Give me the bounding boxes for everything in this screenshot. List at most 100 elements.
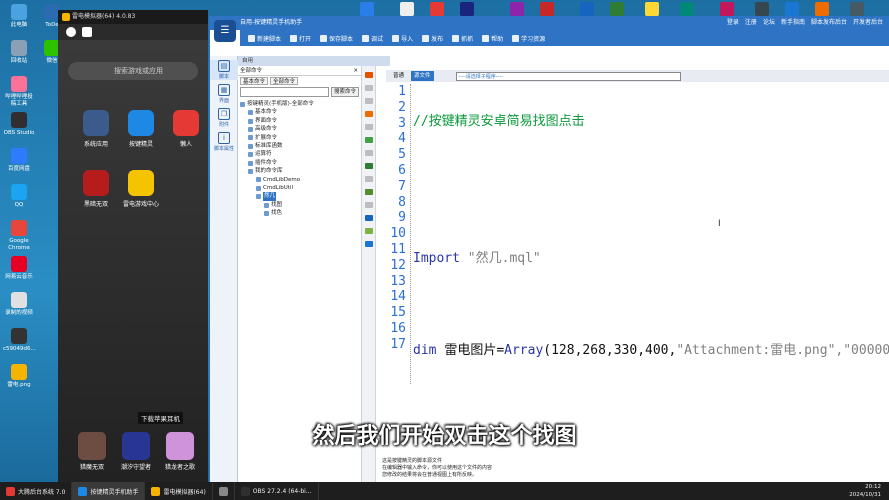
tree-node[interactable]: 找图 <box>240 201 361 209</box>
tool-icon[interactable] <box>364 98 373 104</box>
app-icon[interactable] <box>720 2 734 16</box>
toolbar-button[interactable]: 抓抓 <box>452 34 473 43</box>
app-icon[interactable] <box>815 2 829 16</box>
tool-icon[interactable] <box>364 85 373 91</box>
panel-tab[interactable]: 自用 <box>238 56 390 66</box>
toolbar-button[interactable]: 导入 <box>392 34 413 43</box>
sidebar-item[interactable]: ❐ 附件 <box>210 108 238 128</box>
tree-node[interactable]: 插件命令 <box>240 159 361 167</box>
tree-node[interactable]: 按键精灵(手机版)-全部命令 <box>240 100 361 108</box>
desktop-icon[interactable]: QQ <box>3 184 35 209</box>
tool-icon[interactable] <box>364 137 373 143</box>
close-icon[interactable]: ✕ <box>353 66 358 76</box>
app-icon[interactable] <box>430 2 444 16</box>
desktop-icon[interactable]: 回收站 <box>3 40 35 65</box>
sidebar-item[interactable]: ▦ 界面 <box>210 84 238 104</box>
toolbar-button[interactable]: 帮助 <box>482 34 503 43</box>
app-icon[interactable] <box>785 2 799 16</box>
emulator-app[interactable]: 系统应用 <box>76 110 116 148</box>
app-icon[interactable] <box>645 2 659 16</box>
folder-icon <box>256 185 261 191</box>
emulator-app[interactable]: 黑暗无双 <box>76 170 116 208</box>
tool-icon[interactable] <box>364 111 373 117</box>
taskbar-item[interactable]: 雷电模拟器(64) <box>145 482 213 500</box>
tree-node[interactable]: 标准库函数 <box>240 142 361 150</box>
tool-icon[interactable] <box>364 124 373 130</box>
tool-icon[interactable] <box>364 163 373 169</box>
desktop-icon[interactable]: 雷电.png <box>3 364 35 389</box>
app-icon[interactable] <box>755 2 769 16</box>
tool-icon[interactable] <box>364 228 373 234</box>
subroutine-dropdown[interactable]: ----请选择子程序---- <box>455 71 681 81</box>
app-icon[interactable] <box>580 2 594 16</box>
clock[interactable]: 20:12 2024/10/31 <box>849 483 889 499</box>
tool-icon[interactable] <box>364 189 373 195</box>
menu-icon[interactable]: ☰ <box>214 20 236 42</box>
tree-node[interactable]: 找色 <box>240 209 361 217</box>
title-link[interactable]: 登录 <box>727 19 739 26</box>
tree-node[interactable]: 我的命令库 <box>240 167 361 175</box>
toolbar-button[interactable]: 发布 <box>422 34 443 43</box>
emulator-search-input[interactable]: 搜索游戏或应用 <box>68 62 198 80</box>
command-search-input[interactable] <box>240 87 329 97</box>
taskbar-item[interactable]: 按键精灵手机助手 <box>72 482 146 500</box>
app-icon[interactable] <box>540 2 554 16</box>
tab-source[interactable]: 源文件 <box>411 71 434 81</box>
sidebar-item[interactable]: i 脚本属性 <box>210 132 238 152</box>
tree-node[interactable]: 运算符 <box>240 150 361 158</box>
desktop-icon[interactable]: 此电脑 <box>3 4 35 29</box>
app-icon[interactable] <box>680 2 694 16</box>
app-icon[interactable] <box>610 2 624 16</box>
app-icon[interactable] <box>460 2 474 16</box>
square-icon[interactable] <box>82 27 92 37</box>
desktop-icon[interactable]: 录制的视频 <box>3 292 35 317</box>
tree-node[interactable]: 高级命令 <box>240 125 361 133</box>
app-icon[interactable] <box>400 2 414 16</box>
taskbar-item[interactable] <box>213 482 235 500</box>
emulator-app[interactable]: 雷电游戏中心 <box>121 170 161 208</box>
tool-icon[interactable] <box>364 176 373 182</box>
tool-icon[interactable] <box>364 241 373 247</box>
tree-tab[interactable]: 基本命令 <box>240 77 269 85</box>
app-icon[interactable] <box>360 2 374 16</box>
title-link[interactable]: 新手指南 <box>781 19 805 26</box>
tree-node[interactable]: CmdLibDemo <box>240 176 361 184</box>
tree-node[interactable]: CmdLibUtil <box>240 184 361 192</box>
desktop-icon[interactable]: Google Chrome <box>3 220 35 252</box>
tree-node[interactable]: 然几 <box>240 192 361 201</box>
app-icon[interactable] <box>850 2 864 16</box>
title-link[interactable]: 注册 <box>745 19 757 26</box>
tool-icon[interactable] <box>364 215 373 221</box>
desktop-icon[interactable]: OBS Studio <box>3 112 35 137</box>
toolbar-button[interactable]: 新建脚本 <box>248 34 281 43</box>
search-command-button[interactable]: 搜索命令 <box>330 87 359 97</box>
app-icon[interactable] <box>510 2 524 16</box>
title-link[interactable]: 开发者后台 <box>853 19 883 26</box>
title-link[interactable]: 脚本发布后台 <box>811 19 847 26</box>
title-link[interactable]: 论坛 <box>763 19 775 26</box>
tab-normal[interactable]: 普通 <box>390 71 407 81</box>
toolbar-button[interactable]: 学习资源 <box>512 34 545 43</box>
tree-node[interactable]: 界面命令 <box>240 117 361 125</box>
taskbar-item[interactable]: OBS 27.2.4 (64-bi... <box>235 482 319 500</box>
tool-icon[interactable] <box>364 72 373 78</box>
toolbar-button[interactable]: 打开 <box>290 34 311 43</box>
tree-node[interactable]: 基本命令 <box>240 108 361 116</box>
code-editor[interactable]: //按键精灵安卓简易找图点击 Import "然几.mql" dim 雷电图片=… <box>410 84 889 384</box>
tool-icon[interactable] <box>364 202 373 208</box>
desktop-icon[interactable]: 网易云音乐 <box>3 256 35 281</box>
toolbar-button[interactable]: 调试 <box>362 34 383 43</box>
play-icon[interactable] <box>66 27 76 37</box>
tree-node[interactable]: 扩展命令 <box>240 134 361 142</box>
sidebar-item[interactable]: ▤ 脚本 <box>210 60 238 80</box>
taskbar-item[interactable]: 大腾后台系统 7.0 <box>0 482 73 500</box>
folder-icon <box>248 152 253 158</box>
emulator-app[interactable]: 懒人 <box>166 110 206 148</box>
desktop-icon[interactable]: 百度网盘 <box>3 148 35 173</box>
toolbar-button[interactable]: 保存脚本 <box>320 34 353 43</box>
emulator-app[interactable]: 按键精灵 <box>121 110 161 148</box>
desktop-icon[interactable]: 哔哩哔哩投稿工具 <box>3 76 35 108</box>
desktop-icon[interactable]: c59049d6... <box>3 328 36 353</box>
tree-tab[interactable]: 全部命令 <box>270 77 299 85</box>
tool-icon[interactable] <box>364 150 373 156</box>
